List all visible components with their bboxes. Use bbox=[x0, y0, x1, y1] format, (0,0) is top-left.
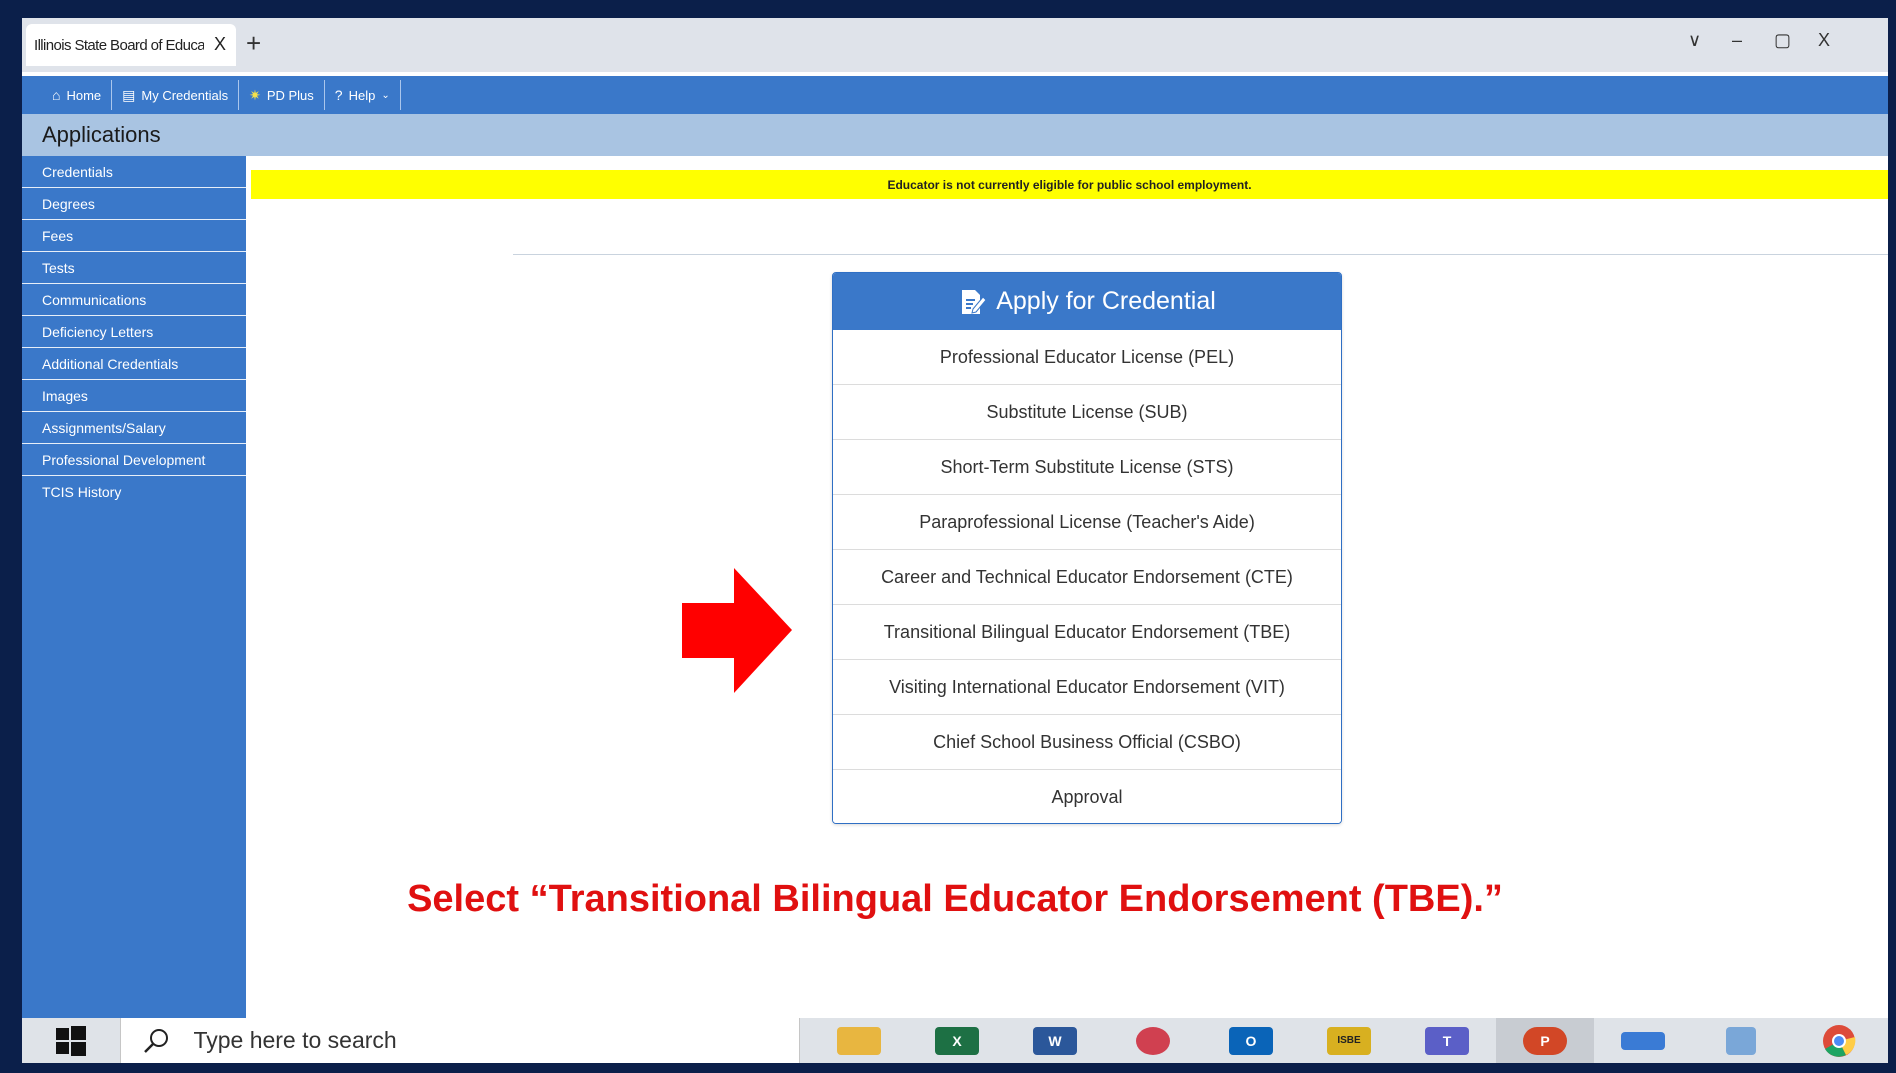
nav-help-label: Help bbox=[348, 87, 376, 103]
taskbar-teams[interactable]: T bbox=[1398, 1018, 1496, 1063]
pd-plus-icon: ✷ bbox=[249, 86, 261, 103]
taskbar-word[interactable]: W bbox=[1006, 1018, 1104, 1063]
sidebar-item-communications[interactable]: Communications bbox=[22, 284, 246, 316]
taskbar-laptop[interactable] bbox=[1594, 1018, 1692, 1063]
panel-title: Apply for Credential bbox=[996, 287, 1216, 315]
chrome-icon bbox=[1823, 1024, 1856, 1057]
option-sub[interactable]: Substitute License (SUB) bbox=[833, 385, 1341, 440]
nav-home-label: Home bbox=[66, 87, 102, 103]
browser-tabstrip: Illinois State Board of Education X + ∨ … bbox=[22, 18, 1888, 72]
divider bbox=[513, 254, 1888, 255]
red-arrow-icon bbox=[682, 568, 792, 693]
nav-home[interactable]: ⌂ Home bbox=[42, 80, 113, 110]
new-tab-icon[interactable]: + bbox=[246, 28, 261, 59]
alert-text: Educator is not currently eligible for p… bbox=[887, 177, 1252, 192]
calculator-icon bbox=[1726, 1026, 1756, 1055]
option-pel[interactable]: Professional Educator License (PEL) bbox=[833, 330, 1341, 385]
edit-document-icon bbox=[962, 289, 987, 314]
taskbar-outlook[interactable]: O bbox=[1202, 1018, 1300, 1063]
eligibility-alert: Educator is not currently eligible for p… bbox=[251, 170, 1888, 199]
browser-tab[interactable]: Illinois State Board of Education X bbox=[26, 24, 236, 66]
laptop-icon bbox=[1621, 1031, 1665, 1050]
home-icon: ⌂ bbox=[52, 87, 61, 103]
sidebar-item-credentials[interactable]: Credentials bbox=[22, 156, 246, 188]
nav-help[interactable]: ? Help ⌄ bbox=[325, 80, 401, 110]
option-sts[interactable]: Short-Term Substitute License (STS) bbox=[833, 440, 1341, 495]
taskbar-apps: X W O ISBE T P bbox=[800, 1018, 1888, 1063]
tab-close-icon[interactable]: X bbox=[214, 34, 226, 55]
option-vit[interactable]: Visiting International Educator Endorsem… bbox=[833, 660, 1341, 715]
taskbar: Type here to search X W O ISBE T P bbox=[22, 1018, 1888, 1063]
credentials-icon: ▤ bbox=[122, 86, 136, 103]
file-explorer-icon bbox=[837, 1026, 881, 1055]
option-approval[interactable]: Approval bbox=[833, 770, 1341, 823]
panel-header: Apply for Credential bbox=[833, 273, 1341, 330]
nav-my-credentials-label: My Credentials bbox=[141, 87, 229, 103]
close-window-icon[interactable]: X bbox=[1818, 30, 1830, 51]
help-icon: ? bbox=[334, 87, 343, 103]
instruction-text: Select “Transitional Bilingual Educator … bbox=[407, 878, 1503, 920]
taskbar-isbe[interactable]: ISBE bbox=[1300, 1018, 1398, 1063]
sidebar-item-additional-credentials[interactable]: Additional Credentials bbox=[22, 348, 246, 380]
search-icon bbox=[144, 1028, 169, 1053]
taskbar-file-explorer[interactable] bbox=[810, 1018, 908, 1063]
page-title: Applications bbox=[42, 122, 161, 147]
start-button[interactable] bbox=[22, 1018, 120, 1063]
restore-icon[interactable]: ▢ bbox=[1774, 30, 1791, 51]
nav-pd-plus[interactable]: ✷ PD Plus bbox=[239, 80, 325, 110]
windows-icon bbox=[56, 1025, 87, 1056]
nav-my-credentials[interactable]: ▤ My Credentials bbox=[112, 80, 240, 110]
taskbar-powerpoint[interactable]: P bbox=[1496, 1018, 1594, 1063]
tab-search-icon[interactable]: ∨ bbox=[1688, 30, 1701, 51]
option-paraprofessional[interactable]: Paraprofessional License (Teacher's Aide… bbox=[833, 495, 1341, 550]
taskbar-snipping-tool[interactable] bbox=[1104, 1018, 1202, 1063]
browser-window: Illinois State Board of Education X + ∨ … bbox=[22, 18, 1888, 1063]
excel-icon: X bbox=[935, 1026, 979, 1055]
sidebar-item-assignments-salary[interactable]: Assignments/Salary bbox=[22, 412, 246, 444]
sidebar-item-degrees[interactable]: Degrees bbox=[22, 188, 246, 220]
top-navbar: ⌂ Home ▤ My Credentials ✷ PD Plus ? Help… bbox=[22, 76, 1888, 114]
nav-pd-plus-label: PD Plus bbox=[266, 87, 314, 103]
isbe-icon: ISBE bbox=[1327, 1026, 1371, 1055]
outlook-icon: O bbox=[1229, 1026, 1273, 1055]
sidebar-item-deficiency-letters[interactable]: Deficiency Letters bbox=[22, 316, 246, 348]
snipping-tool-icon bbox=[1136, 1026, 1170, 1055]
option-cte[interactable]: Career and Technical Educator Endorsemen… bbox=[833, 550, 1341, 605]
search-placeholder: Type here to search bbox=[193, 1027, 397, 1053]
page-header: Applications bbox=[22, 114, 1888, 156]
tab-title: Illinois State Board of Education bbox=[34, 36, 204, 54]
taskbar-calculator[interactable] bbox=[1692, 1018, 1790, 1063]
apply-credential-panel: Apply for Credential Professional Educat… bbox=[832, 272, 1342, 824]
teams-icon: T bbox=[1425, 1026, 1469, 1055]
option-tbe[interactable]: Transitional Bilingual Educator Endorsem… bbox=[833, 605, 1341, 660]
powerpoint-icon: P bbox=[1523, 1026, 1567, 1055]
option-csbo[interactable]: Chief School Business Official (CSBO) bbox=[833, 715, 1341, 770]
minimize-icon[interactable]: – bbox=[1732, 30, 1742, 51]
sidebar: Credentials Degrees Fees Tests Communica… bbox=[22, 156, 246, 1063]
taskbar-chrome[interactable] bbox=[1790, 1018, 1888, 1063]
sidebar-item-tests[interactable]: Tests bbox=[22, 252, 246, 284]
sidebar-item-tcis-history[interactable]: TCIS History bbox=[22, 476, 246, 508]
taskbar-search-input[interactable]: Type here to search bbox=[120, 1018, 800, 1063]
chevron-down-icon: ⌄ bbox=[381, 89, 390, 101]
sidebar-item-professional-development[interactable]: Professional Development bbox=[22, 444, 246, 476]
taskbar-excel[interactable]: X bbox=[908, 1018, 1006, 1063]
sidebar-item-fees[interactable]: Fees bbox=[22, 220, 246, 252]
word-icon: W bbox=[1033, 1026, 1077, 1055]
sidebar-item-images[interactable]: Images bbox=[22, 380, 246, 412]
